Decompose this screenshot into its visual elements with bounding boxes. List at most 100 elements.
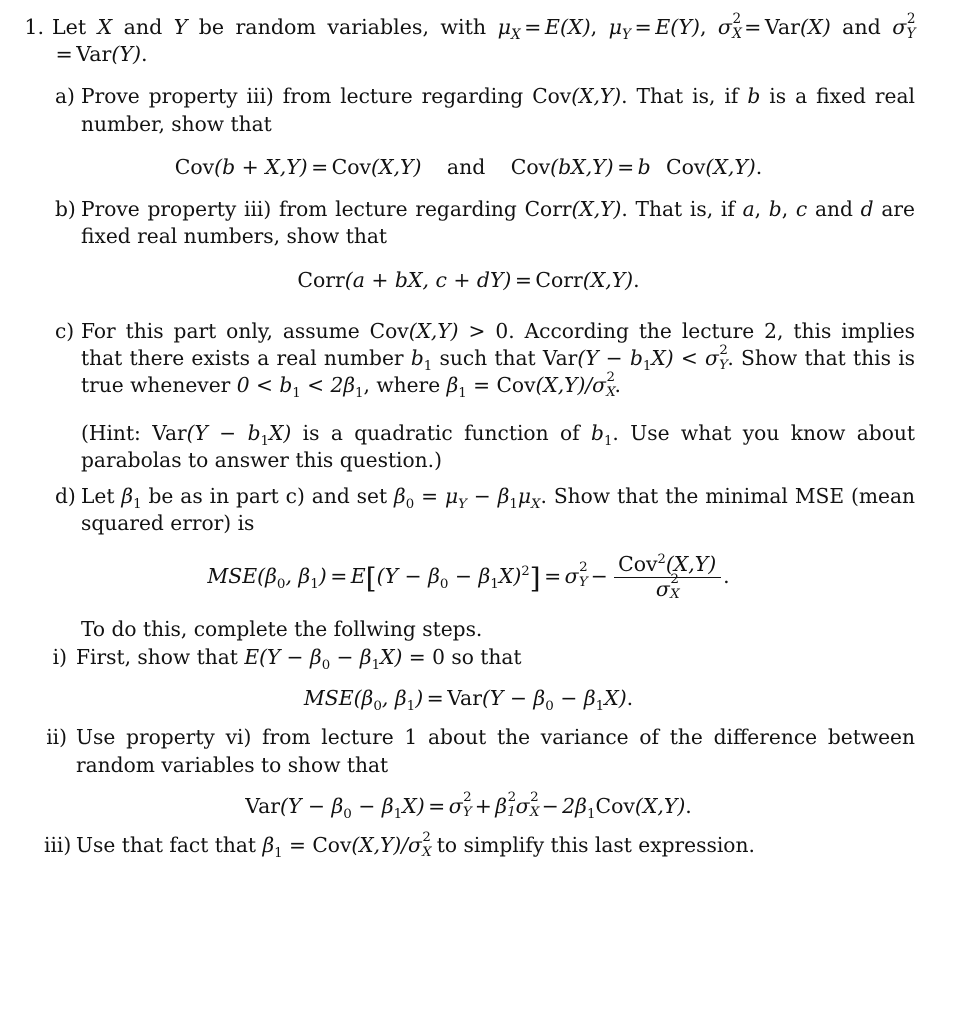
eq-ii-terminal: . (685, 793, 692, 818)
sigma-Y-subsup: 2Y (906, 11, 916, 42)
var-function-2: Var (76, 42, 112, 67)
sub-iii-text: Use that fact that β1 = Cov(X,Y)/σ 2 X to … (76, 830, 915, 862)
part-c-lt: < (673, 346, 706, 371)
part-b-sep-1: , (754, 197, 769, 222)
hint-text: (Hint: Var(Y − b1X) is a quadratic funct… (81, 420, 915, 474)
part-c-ineq-index-1: 1 (292, 386, 301, 402)
eq-d-den-index: X (670, 586, 680, 602)
part-d-mu-Y: μ (444, 483, 459, 508)
part-c-text-1: For this part only, assume (81, 319, 370, 344)
eq-d-beta1-index: 1 (310, 577, 319, 593)
eq-b-equals: = (514, 267, 532, 292)
lead-in-body: To do this, complete the follwing steps. (81, 616, 915, 643)
hint-open: (Hint: (81, 420, 153, 445)
part-d-beta0-symbol: β (394, 483, 406, 508)
sub-ii-text: Use property vi) from lecture 1 about th… (76, 725, 915, 777)
sub-iii-beta-index: 1 (274, 846, 283, 862)
expectation-E-2: E (655, 15, 671, 39)
part-c-body: For this part only, assume Cov(X,Y) > 0.… (81, 318, 915, 402)
part-a-marker: a) (55, 84, 75, 109)
eq-d-equals-2: = (544, 564, 562, 589)
equals-3: = (744, 15, 762, 39)
cov-args-c: (X,Y) (408, 319, 459, 344)
part-d-mu-X: μ (517, 483, 531, 508)
eq-ii-beta-symbol: β (495, 793, 508, 818)
equation-cov-linearity: Cov(b + X,Y) = Cov(X,Y) and Cov(bX,Y) = b Cov(X… (22, 155, 915, 181)
sub-i-beta1-index: 1 (371, 657, 381, 673)
part-d-text-1: Let (81, 483, 122, 508)
part-b-text-2: . That is, if (621, 197, 743, 222)
part-d-beta1-index-2: 1 (509, 496, 518, 512)
eq-d-num-exponent: 2 (657, 552, 666, 568)
part-b-variable-a: a (742, 197, 755, 222)
eq-ii-beta-index: 1 (507, 804, 516, 820)
sub-iii-marker: iii) (44, 833, 72, 858)
part-d-beta1-index: 1 (133, 496, 142, 512)
variable-Y: Y (173, 15, 188, 39)
problem-1-stem: Let X and Y be random variables, with μX… (52, 11, 916, 68)
sub-iii-sigma: σ (408, 833, 422, 858)
corr-args-b: (X,Y) (571, 197, 622, 222)
part-c-marker: c) (55, 319, 75, 344)
eq-ii-sigma-Y-index: Y (462, 804, 472, 820)
part-d-text-2: be as in part c) and set (141, 483, 395, 508)
part-c-beta-symbol: β (446, 373, 459, 398)
eq-a-conjunction: and (446, 154, 486, 179)
sub-iii-cov-args: (X,Y)/ (351, 833, 409, 858)
part-c-sigma-Y-subsup: 2Y (719, 343, 728, 373)
part-a-variable-b: b (747, 84, 761, 109)
expectation-arg-X: (X) (559, 15, 591, 39)
corr-function-b: Corr (524, 197, 572, 222)
part-d-body: Let β1 be as in part c) and set β0 = μY … (81, 483, 915, 537)
eq-d-den-subsup: 2X (670, 572, 680, 602)
mu-Y-subscript: Y (622, 27, 631, 44)
sub-i-expectation-E: E (244, 644, 260, 669)
eq-ii-sigma-X: σ (515, 793, 530, 818)
stem-period: . (141, 42, 148, 67)
part-a-text: Prove property iii) from lecture regardi… (81, 83, 915, 137)
sub-iii-equals: = (282, 833, 313, 858)
sigma-X-symbol: σ (717, 15, 732, 39)
part-a-text-1: Prove property iii) from lecture regardi… (81, 84, 533, 109)
sub-i-beta0-index: 0 (321, 657, 331, 673)
lead-in-text: To do this, complete the follwing steps. (81, 617, 483, 642)
cov-args-a: (X,Y) (571, 84, 622, 109)
equation-corr-invariance: Corr(a + bX, c + dY) = Corr(X,Y). (22, 268, 915, 294)
part-b-sep-3: and (807, 197, 861, 222)
stem-text-a: Let (52, 15, 98, 39)
part-b-sep-2: , (781, 197, 796, 222)
sub-i-text-2: so that (444, 644, 522, 669)
eq-d-sigma-Y-subsup: 2Y (579, 560, 588, 590)
part-b-variable-d: d (860, 197, 874, 222)
part-c-b-index: 1 (423, 359, 433, 375)
part-b-body: Prove property iii) from lecture regardi… (81, 196, 915, 250)
sub-iii-sigma-index: X (422, 845, 432, 861)
var-args-c-1: (Y − b (577, 346, 643, 371)
eq-i-mse-label: MSE (303, 685, 354, 710)
eq-d-terminal: . (723, 564, 730, 589)
eq-a-coefficient-b: b (637, 154, 651, 179)
eq-b-args-1: (a + bX, c + dY) (344, 267, 512, 292)
part-c-sigma-Y-index: Y (719, 358, 728, 374)
sub-iii-cov-function: Cov (312, 833, 352, 858)
document-page: 1. Let X and Y be random variables, with… (0, 0, 973, 1024)
problem-1: 1. Let X and Y be random variables, with… (22, 11, 916, 68)
eq-ii-var-function: Var (245, 793, 280, 818)
hint-var-function: Var (152, 420, 187, 445)
sub-i-text-1: First, show that (76, 644, 245, 669)
eq-i-rhs-beta1-index: 1 (595, 698, 605, 714)
part-d-minus: − (466, 483, 498, 508)
part-d-lead-in: To do this, complete the follwing steps. (55, 616, 915, 643)
spacer-before-hint (22, 400, 915, 420)
eq-d-inner-2: − β (448, 564, 491, 589)
part-b-marker: b) (55, 197, 76, 222)
eq-ii-beta-subsup: 21 (507, 790, 516, 820)
sub-ii-marker: ii) (46, 725, 67, 750)
part-a-text-2: . That is, if (621, 84, 748, 109)
expectation-arg-Y: (Y) (670, 15, 700, 39)
eq-i-rhs-1: (Y − β (481, 685, 546, 710)
sub-iii-text-1: Use that fact that (76, 833, 263, 858)
eq-ii-minus: − (541, 793, 559, 818)
sub-i-marker: i) (52, 644, 67, 669)
eq-d-inner-3: X) (498, 564, 522, 589)
